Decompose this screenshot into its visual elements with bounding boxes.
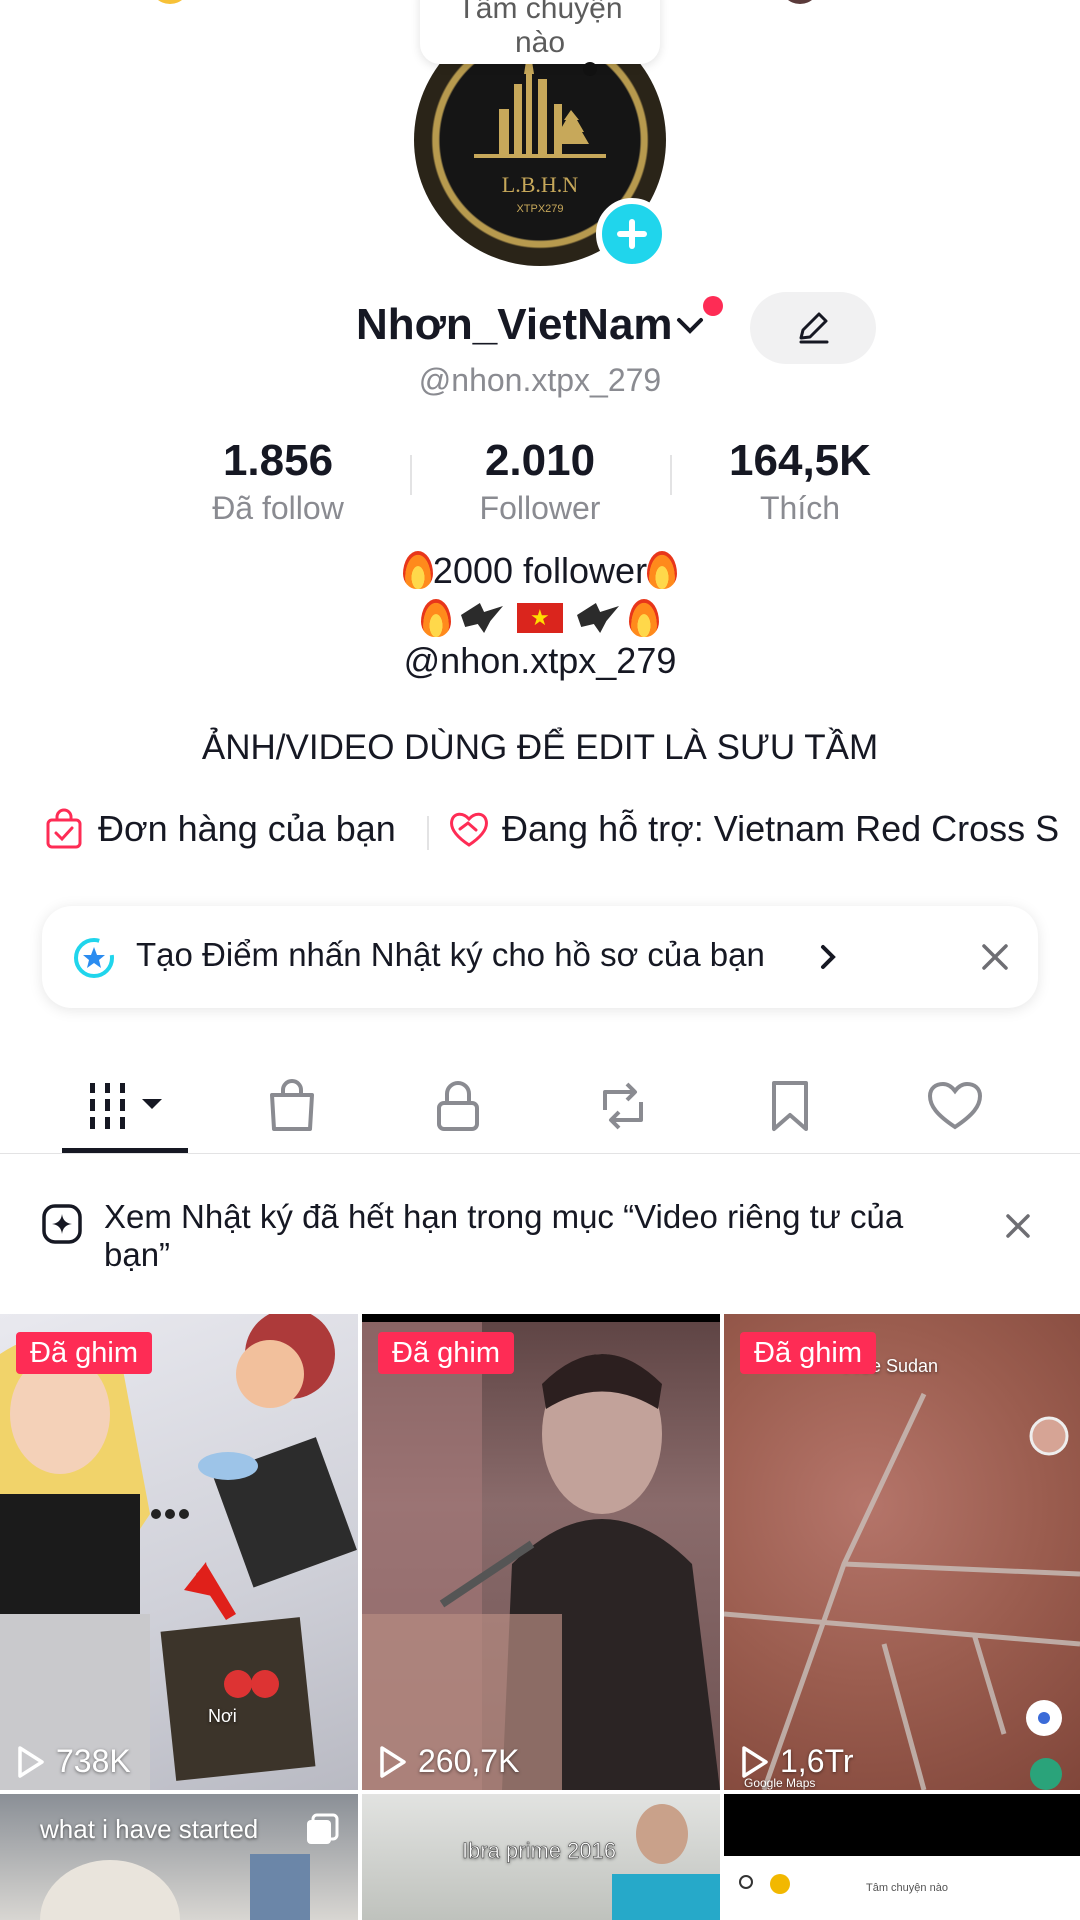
tab-videos[interactable] bbox=[86, 1076, 170, 1136]
video-thumbnail[interactable]: Tâm chuyện nào bbox=[724, 1794, 1080, 1920]
bubble-dot bbox=[583, 62, 597, 76]
add-story-button[interactable] bbox=[596, 198, 668, 270]
fire-icon bbox=[629, 599, 660, 637]
bio-line-3[interactable]: @nhon.xtpx_279 bbox=[0, 640, 1080, 682]
tab-repost[interactable] bbox=[593, 1076, 653, 1136]
name-row: Nhơn_VietNam bbox=[0, 296, 1080, 360]
bio-line-1: 2000 follower bbox=[0, 550, 1080, 592]
videos-grid-icon bbox=[90, 1083, 162, 1129]
stat-likes-value: 164,5K bbox=[729, 436, 871, 485]
bio-line-4: ẢNH/VIDEO DÙNG ĐỂ EDIT LÀ SƯU TẦM bbox=[201, 728, 879, 767]
eagle-icon bbox=[577, 603, 620, 633]
fire-icon bbox=[647, 551, 678, 589]
note-bubble-text-top: Tâm chuyện bbox=[457, 0, 623, 25]
view-count-value: 1,6Tr bbox=[780, 1743, 854, 1779]
thumbnail-caption: Nơi bbox=[208, 1706, 237, 1726]
user-handle: @nhon.xtpx_279 bbox=[418, 362, 662, 398]
edit-profile-button[interactable] bbox=[750, 292, 876, 364]
stat-following-label: Đã follow bbox=[212, 490, 344, 526]
banner-text: Tạo Điểm nhấn Nhật ký cho hồ sơ của bạn bbox=[136, 936, 765, 973]
stat-followers-label: Follower bbox=[479, 490, 601, 526]
cartoon-girl-image bbox=[0, 1314, 357, 1790]
video-thumbnail[interactable]: Đã ghim 260,7K bbox=[362, 1314, 720, 1790]
notification-dot bbox=[703, 296, 723, 316]
fire-icon bbox=[402, 551, 433, 589]
video-thumbnail[interactable]: Nơi Đã ghim 738K bbox=[0, 1314, 358, 1790]
man-speaking-image bbox=[362, 1314, 720, 1790]
links-divider bbox=[427, 816, 429, 850]
play-icon bbox=[742, 1745, 768, 1778]
orders-link[interactable]: Đơn hàng của bạn bbox=[44, 808, 396, 850]
repost-icon bbox=[603, 1082, 643, 1130]
close-icon[interactable] bbox=[1004, 1212, 1032, 1240]
view-count: 738K bbox=[16, 1743, 131, 1780]
chevron-right-icon bbox=[821, 945, 836, 969]
view-count-value: 260,7K bbox=[418, 1743, 520, 1779]
pinned-badge: Đã ghim bbox=[378, 1332, 514, 1374]
username[interactable]: Nhơn_VietNam bbox=[356, 300, 673, 350]
avatar-title: L.B.H.N bbox=[502, 172, 579, 197]
view-count: 260,7K bbox=[378, 1743, 519, 1780]
lock-icon bbox=[437, 1081, 479, 1131]
pinned-badge: Đã ghim bbox=[16, 1332, 152, 1374]
mini-icons bbox=[739, 1874, 790, 1894]
video-thumbnail[interactable]: Free Sudan Google Maps Đã ghim 1,6Tr bbox=[724, 1314, 1080, 1790]
thumbnail-caption: Ibra prime 2016 bbox=[462, 1838, 617, 1864]
shop-bag-icon bbox=[270, 1079, 314, 1131]
play-icon bbox=[18, 1745, 44, 1778]
play-icon bbox=[380, 1745, 406, 1778]
charity-link[interactable]: Đang hỗ trợ: Vietnam Red Cross S bbox=[448, 808, 1059, 850]
tab-liked[interactable] bbox=[925, 1076, 985, 1136]
thumbnail-caption: Tâm chuyện nào bbox=[866, 1882, 948, 1894]
profile-links: Đơn hàng của bạn Đang hỗ trợ: Vietnam Re… bbox=[0, 808, 1080, 858]
friend-avatar[interactable] bbox=[780, 0, 820, 4]
stat-likes-label: Thích bbox=[759, 490, 841, 526]
orders-link-label: Đơn hàng của bạn bbox=[98, 808, 396, 849]
tabs-divider bbox=[0, 1153, 1080, 1154]
heart-hands-icon bbox=[450, 812, 488, 847]
tab-favorites[interactable] bbox=[760, 1076, 820, 1136]
avatar-subtitle: XTPX279 bbox=[516, 203, 563, 215]
heart-icon bbox=[927, 1081, 983, 1130]
chevron-down-icon[interactable] bbox=[675, 314, 705, 338]
close-icon[interactable] bbox=[980, 942, 1010, 972]
note-bubble[interactable]: Tâm chuyện nào bbox=[420, 0, 660, 76]
stat-following-value: 1.856 bbox=[222, 436, 334, 485]
satellite-map-image bbox=[724, 1392, 1080, 1790]
bio-line-1-text: 2000 follower bbox=[432, 550, 648, 591]
tab-shop[interactable] bbox=[262, 1076, 322, 1136]
note-bubble-text-bottom: nào bbox=[514, 26, 566, 59]
pinned-badge: Đã ghim bbox=[740, 1332, 876, 1374]
pencil-icon bbox=[799, 312, 829, 344]
vietnam-flag-icon bbox=[517, 603, 563, 633]
video-thumbnail[interactable]: what i have started bbox=[0, 1794, 358, 1920]
plus-icon bbox=[617, 219, 647, 249]
stat-following[interactable]: 1.856 Đã follow bbox=[148, 436, 408, 528]
tab-private[interactable] bbox=[428, 1076, 488, 1136]
view-count-value: 738K bbox=[56, 1743, 131, 1779]
thumbnail-caption: what i have started bbox=[40, 1814, 259, 1844]
bookmark-icon bbox=[772, 1081, 808, 1131]
eagle-icon bbox=[460, 603, 503, 633]
sparkle-plus-icon bbox=[42, 1204, 82, 1244]
diary-highlight-banner[interactable]: Tạo Điểm nhấn Nhật ký cho hồ sơ của bạn bbox=[42, 906, 1038, 1008]
profile-tabs bbox=[0, 1066, 1080, 1156]
view-count: 1,6Tr bbox=[740, 1743, 854, 1780]
multi-image-icon bbox=[307, 1813, 339, 1844]
star-sparkle-icon bbox=[74, 938, 114, 978]
stat-followers[interactable]: 2.010 Follower bbox=[410, 436, 670, 528]
bio-line-2 bbox=[0, 598, 1080, 640]
charity-link-label: Đang hỗ trợ: Vietnam Red Cross S bbox=[502, 808, 1060, 849]
fire-icon bbox=[420, 599, 451, 637]
stat-followers-value: 2.010 bbox=[484, 436, 596, 485]
notice-text: Xem Nhật ký đã hết hạn trong mục “Video … bbox=[104, 1198, 904, 1273]
stat-likes[interactable]: 164,5K Thích bbox=[670, 436, 930, 528]
shopping-bag-check-icon bbox=[46, 808, 82, 849]
emoji-icon bbox=[150, 0, 190, 4]
video-thumbnail[interactable]: Ibra prime 2016 bbox=[362, 1794, 720, 1920]
expired-diary-notice[interactable]: Xem Nhật ký đã hết hạn trong mục “Video … bbox=[0, 1182, 1080, 1292]
